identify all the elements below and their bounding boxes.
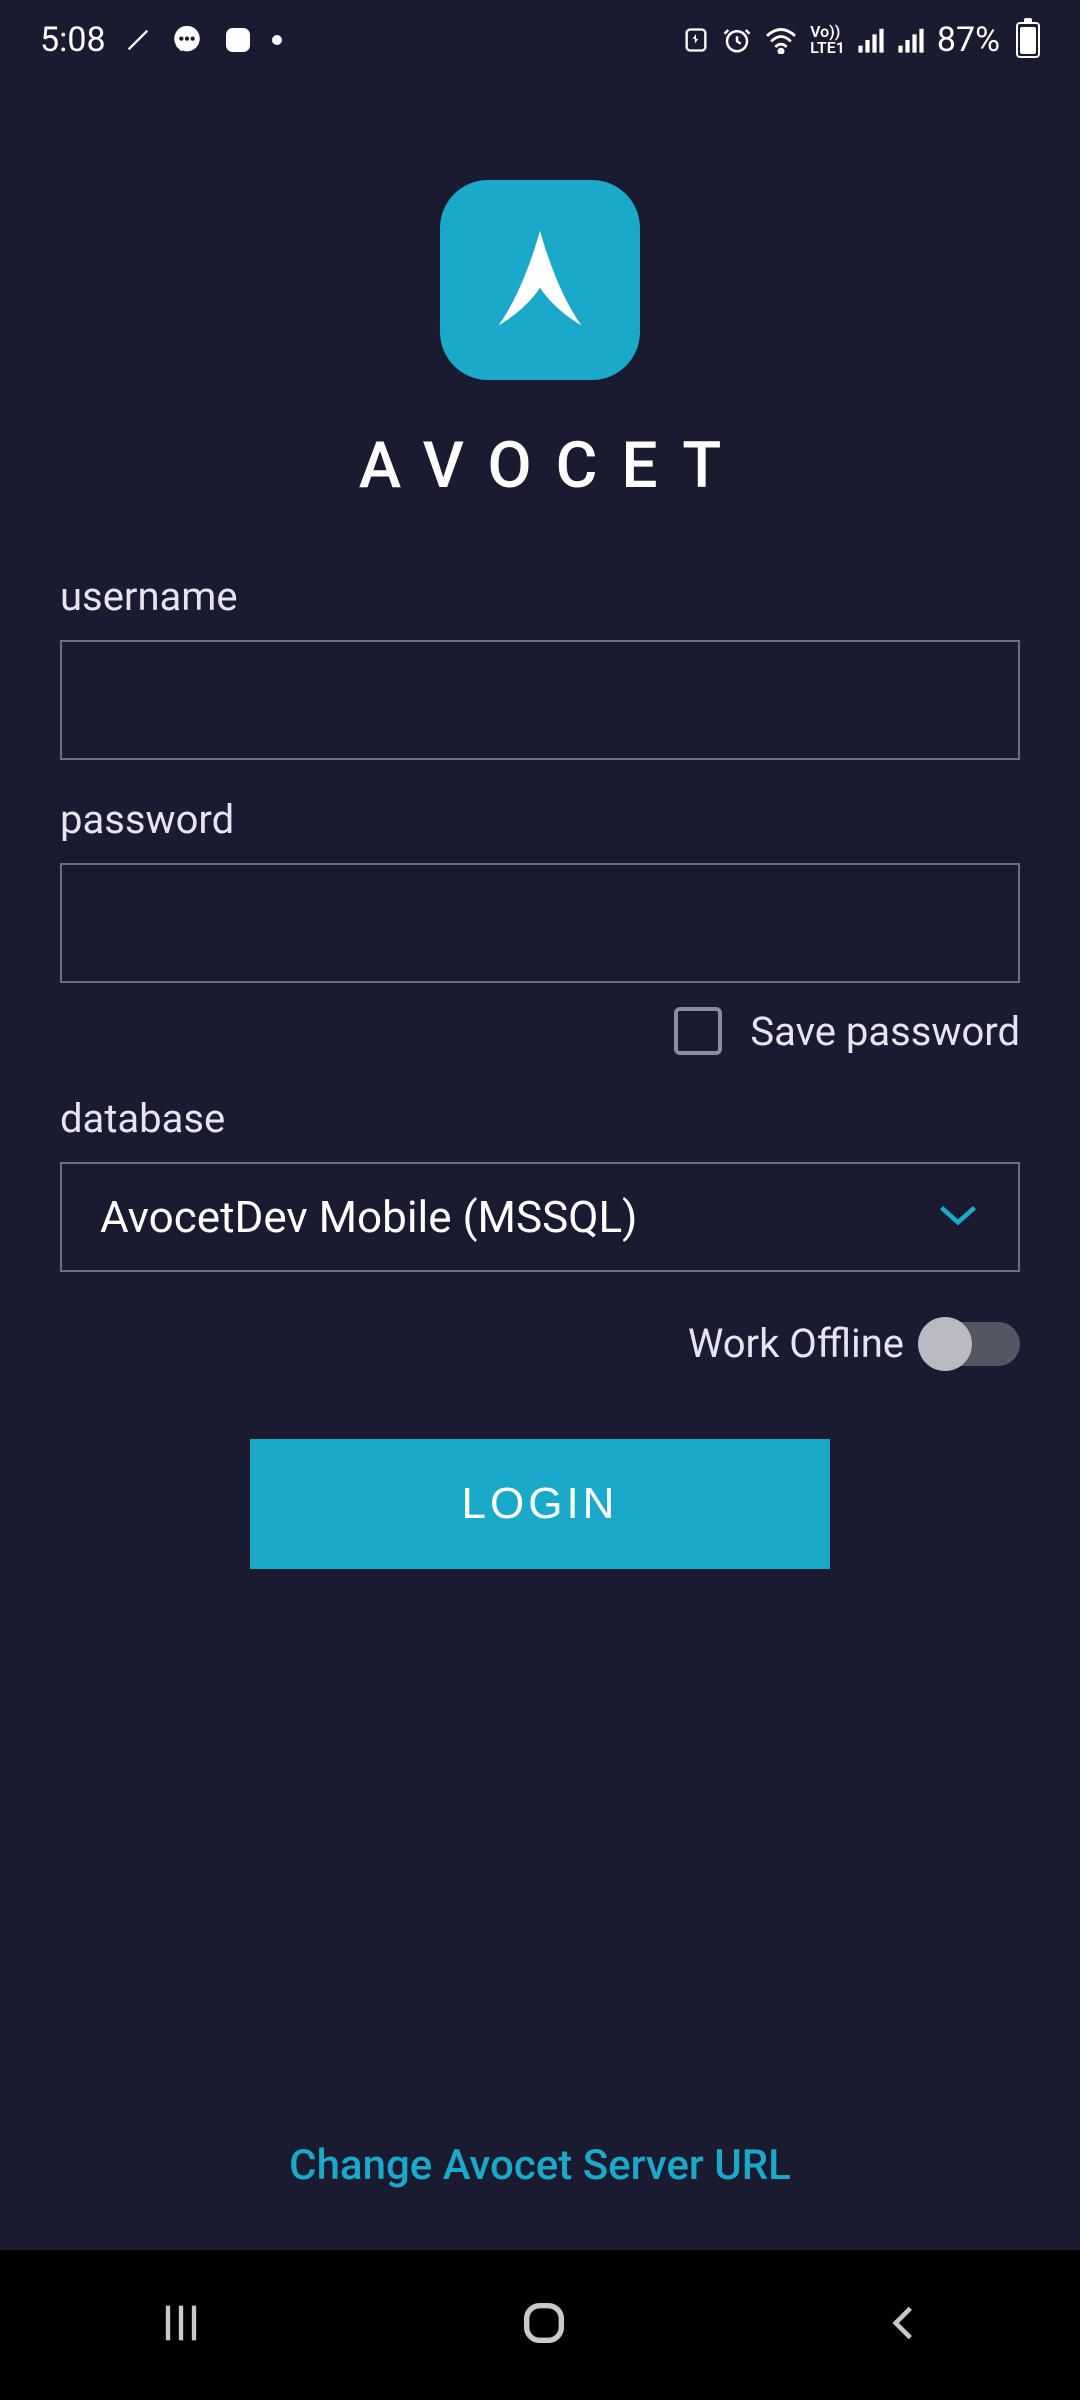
login-button[interactable]: LOGIN — [250, 1439, 830, 1569]
app-logo-icon — [440, 180, 640, 380]
username-label: username — [60, 573, 1020, 620]
login-screen: AVOCET username password Save password d… — [0, 80, 1080, 2250]
battery-icon — [1016, 22, 1040, 58]
home-button[interactable] — [518, 2297, 570, 2353]
status-time: 5:08 — [40, 20, 106, 60]
database-label: database — [60, 1095, 1020, 1142]
app-icon — [222, 24, 254, 56]
pen-icon — [124, 26, 152, 54]
volte-icon: Vo))LTE1 — [810, 24, 845, 56]
alarm-icon — [722, 25, 752, 55]
signal-icon-1 — [857, 26, 885, 54]
save-password-row: Save password — [60, 1007, 1020, 1055]
change-server-url-link[interactable]: Change Avocet Server URL — [60, 2141, 1020, 2190]
password-group: password — [60, 796, 1020, 983]
app-name: AVOCET — [335, 428, 745, 503]
work-offline-label: Work Offline — [688, 1320, 904, 1367]
toggle-knob — [918, 1317, 972, 1371]
status-right: Vo))LTE1 87% — [682, 20, 1040, 60]
signal-icon-2 — [897, 26, 925, 54]
save-password-checkbox[interactable] — [674, 1007, 722, 1055]
database-value: AvocetDev Mobile (MSSQL) — [100, 1191, 638, 1243]
recents-button[interactable] — [155, 2297, 207, 2353]
username-group: username — [60, 573, 1020, 760]
back-button[interactable] — [881, 2297, 925, 2353]
logo-section: AVOCET — [60, 180, 1020, 503]
wifi-icon — [764, 26, 798, 54]
battery-percent: 87% — [937, 20, 1000, 60]
database-select[interactable]: AvocetDev Mobile (MSSQL) — [60, 1162, 1020, 1272]
android-nav-bar — [0, 2250, 1080, 2400]
status-bar: 5:08 Vo))LTE1 87% — [0, 0, 1080, 80]
username-input[interactable] — [60, 640, 1020, 760]
password-input[interactable] — [60, 863, 1020, 983]
status-left: 5:08 — [40, 20, 282, 60]
work-offline-row: Work Offline — [60, 1320, 1020, 1367]
save-password-label: Save password — [750, 1008, 1020, 1055]
notification-dot-icon — [272, 35, 282, 45]
work-offline-toggle[interactable] — [924, 1322, 1020, 1366]
sync-icon — [682, 26, 710, 54]
spacer — [60, 1569, 1020, 2141]
password-label: password — [60, 796, 1020, 843]
chat-icon — [170, 23, 204, 57]
chevron-down-icon — [936, 1201, 980, 1233]
database-group: database AvocetDev Mobile (MSSQL) — [60, 1095, 1020, 1272]
